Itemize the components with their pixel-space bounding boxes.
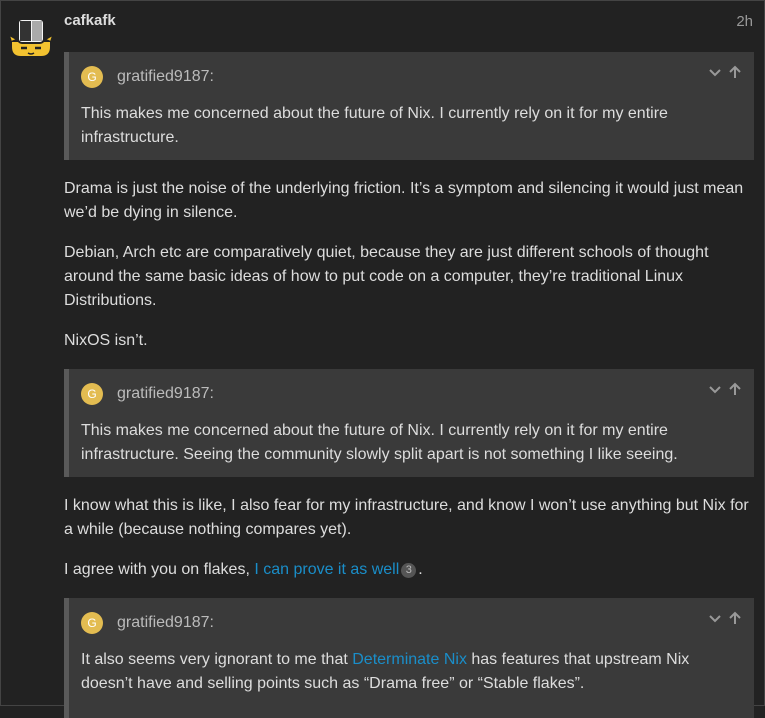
quote-header: G gratified9187: [81,612,214,634]
quote-header: G gratified9187: [81,383,214,405]
quote-text: This makes me concerned about the future… [81,422,678,463]
quote-block: G gratified9187: It also seems very igno… [64,598,754,718]
quote-block: G gratified9187: This makes me concerned… [64,369,754,477]
chevron-down-icon[interactable] [708,65,722,79]
post-paragraph: Drama is just the noise of the underlyin… [64,180,744,221]
quote-controls [708,611,742,625]
quote-author: gratified9187: [117,68,214,85]
quote-text: It also seems very ignorant to me that D… [81,648,731,696]
quote-controls [708,382,742,396]
chevron-down-icon[interactable] [708,611,722,625]
quote-avatar[interactable]: G [81,612,103,634]
paragraph-text: I agree with you on flakes, [64,561,255,578]
post-paragraph: I know what this is like, I also fear fo… [64,497,749,538]
quote-author: gratified9187: [117,385,214,402]
post-paragraph-with-link: I agree with you on flakes, I can prove … [64,558,754,582]
chevron-down-icon[interactable] [708,382,722,396]
post-paragraph: Debian, Arch etc are comparatively quiet… [64,244,709,309]
quote-text-part: It also seems very ignorant to me that [81,651,353,668]
post-time[interactable]: 2h [736,13,753,30]
paragraph-text: . [418,561,423,578]
arrow-up-icon[interactable] [728,65,742,79]
post-paragraph: NixOS isn’t. [64,332,148,349]
quote-avatar[interactable]: G [81,383,103,405]
prove-it-link[interactable]: I can prove it as well [254,561,399,578]
quote-controls [708,65,742,79]
determinate-nix-link[interactable]: Determinate Nix [352,651,467,668]
quote-text: This makes me concerned about the future… [81,105,668,146]
arrow-up-icon[interactable] [728,611,742,625]
post-username[interactable]: cafkafk [64,12,116,29]
quote-header: G gratified9187: [81,66,214,88]
quote-author: gratified9187: [117,614,214,631]
quote-avatar[interactable]: G [81,66,103,88]
quote-block: G gratified9187: This makes me concerned… [64,52,754,160]
user-avatar[interactable] [7,17,55,59]
link-click-count-badge: 3 [401,563,417,578]
arrow-up-icon[interactable] [728,382,742,396]
